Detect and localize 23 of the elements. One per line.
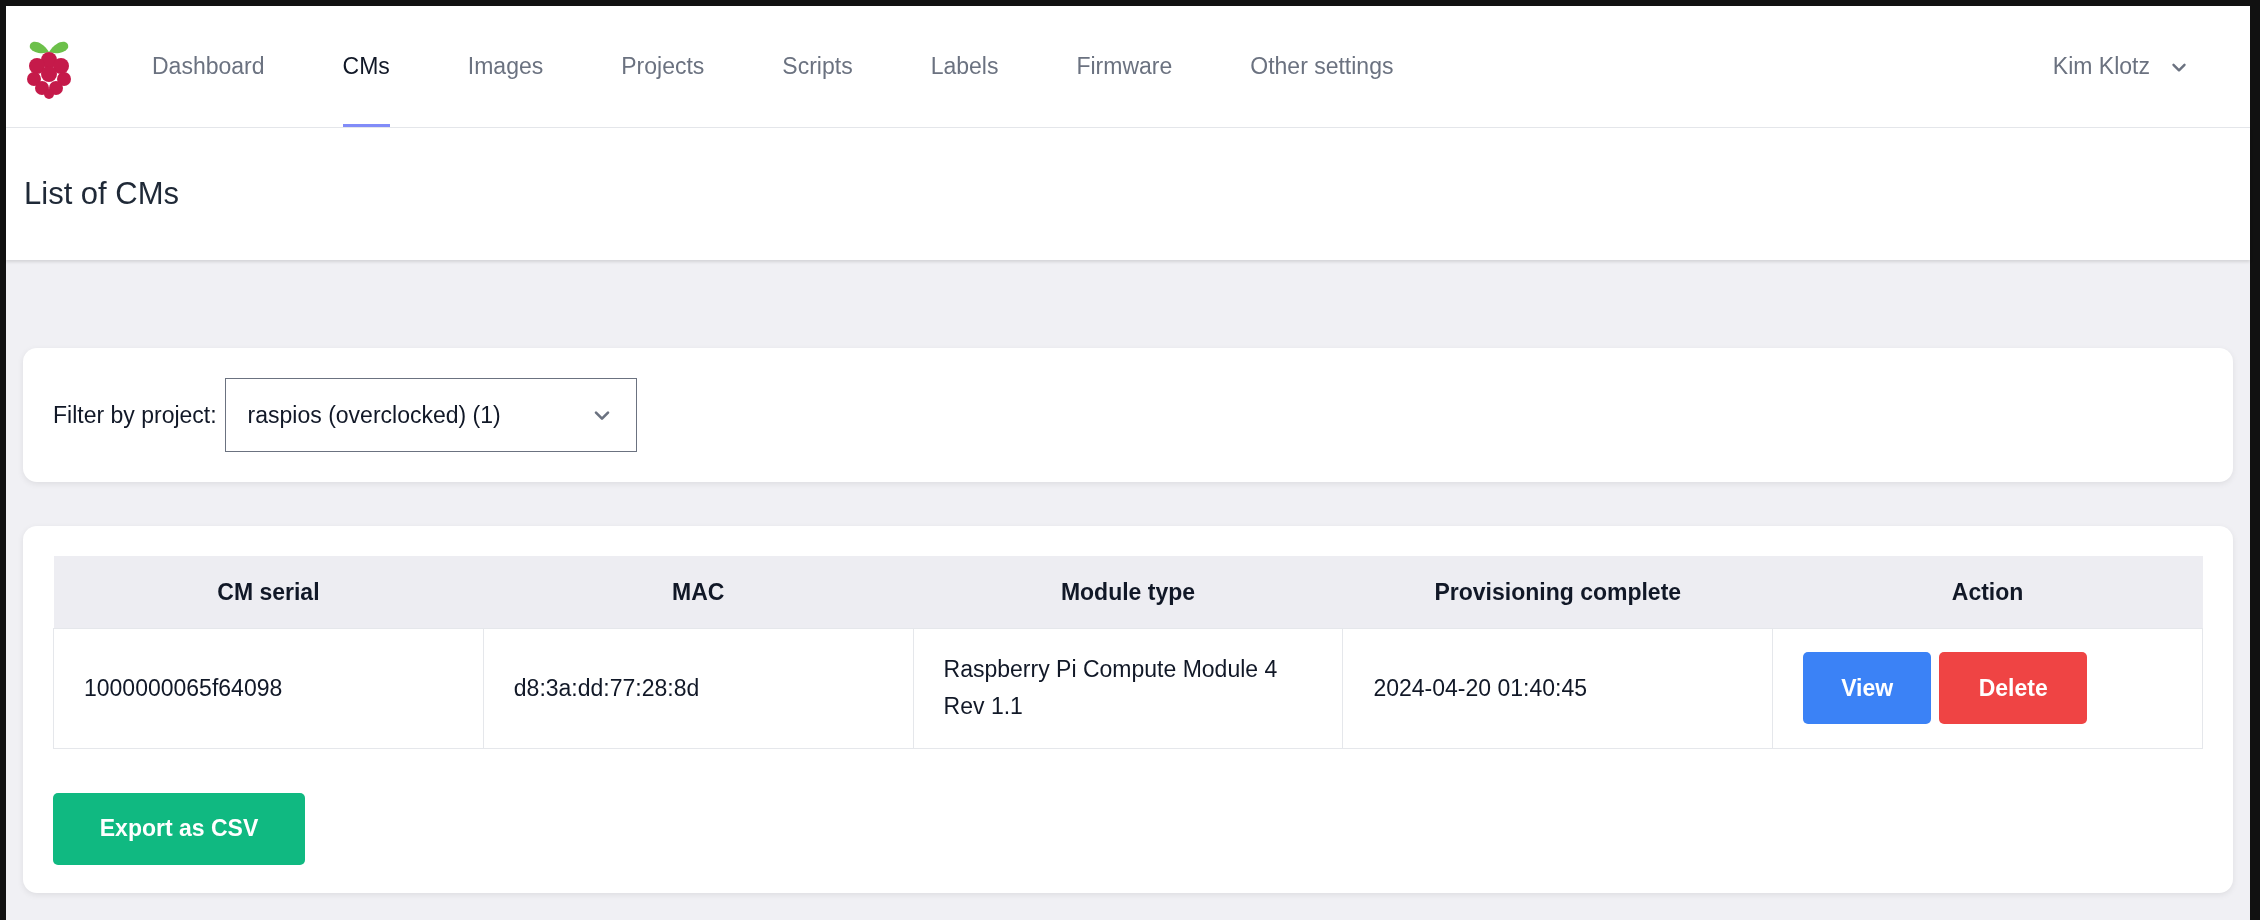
nav-tab[interactable]: Firmware — [1076, 6, 1173, 127]
view-button[interactable]: View — [1803, 652, 1932, 724]
column-header: Module type — [913, 556, 1343, 628]
column-header: MAC — [483, 556, 914, 628]
user-menu[interactable]: Kim Klotz — [2052, 6, 2190, 127]
table-cell: d8:3a:dd:77:28:8d — [483, 628, 914, 748]
column-header: CM serial — [53, 556, 484, 628]
table-cell: 1000000065f64098 — [53, 628, 484, 748]
page-title: List of CMs — [24, 174, 180, 213]
project-select[interactable]: raspios (overclocked) (1) — [224, 378, 637, 452]
column-header: Action — [1772, 556, 2203, 628]
nav-tab[interactable]: Labels — [930, 6, 999, 127]
nav-tab[interactable]: Images — [467, 6, 544, 127]
table-cell: Raspberry Pi Compute Module 4 Rev 1.1 — [913, 628, 1343, 748]
nav-tab[interactable]: Scripts — [782, 6, 853, 127]
export-csv-button[interactable]: Export as CSV — [53, 792, 305, 865]
column-header: Provisioning complete — [1342, 556, 1773, 628]
filter-label: Filter by project: — [53, 400, 217, 430]
nav-tab[interactable]: Other settings — [1250, 6, 1394, 127]
table-cell: 2024-04-20 01:40:45 — [1342, 628, 1773, 748]
nav-tab[interactable]: Projects — [621, 6, 705, 127]
nav-tab[interactable]: Dashboard — [152, 6, 265, 127]
delete-button[interactable]: Delete — [1939, 652, 2088, 724]
